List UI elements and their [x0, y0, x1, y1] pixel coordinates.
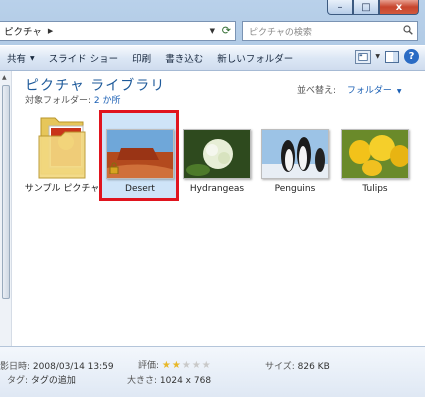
navigation-row: ピクチャ ▶ ▼ ⟳ ピクチャの検索: [0, 20, 425, 42]
star-icon[interactable]: ★: [202, 360, 211, 371]
maximize-button[interactable]: □: [353, 0, 379, 15]
share-button[interactable]: 共有 ▼: [0, 47, 42, 69]
arrange-value[interactable]: フォルダー: [347, 86, 392, 96]
command-bar: 共有 ▼ スライド ショー 印刷 書き込む 新しいフォルダー ▼ ?: [0, 45, 425, 71]
date-value: 2008/03/14 13:59: [32, 362, 114, 372]
library-title: ピクチャ ライブラリ: [25, 78, 166, 94]
scrollbar-thumb[interactable]: [2, 85, 10, 299]
hydrangeas-thumbnail: [183, 129, 251, 179]
arrange-dropdown-icon[interactable]: ▼: [397, 88, 402, 95]
minimize-button[interactable]: –: [327, 0, 353, 15]
penguins-thumbnail: [261, 129, 329, 179]
refresh-icon[interactable]: ⟳: [222, 24, 231, 37]
rating: 評価: ★ ★ ★ ★ ★: [138, 358, 211, 371]
address-dropdown-icon[interactable]: ▼: [210, 27, 215, 35]
breadcrumb-chevron-icon[interactable]: ▶: [48, 27, 53, 35]
search-placeholder: ピクチャの検索: [249, 27, 312, 38]
arrange-by: 並べ替え: フォルダー ▼: [297, 83, 401, 96]
burn-button[interactable]: 書き込む: [158, 47, 210, 69]
size-label: サイズ:: [265, 362, 295, 372]
library-locations: 対象フォルダー: 2 か所: [25, 93, 121, 106]
lock-icon: [109, 162, 119, 174]
rating-label: 評価:: [138, 361, 160, 371]
breadcrumb-pictures[interactable]: ピクチャ: [4, 24, 42, 38]
explorer-window: – □ x ピクチャ ▶ ▼ ⟳ ピクチャの検索 共有 ▼ スライド ショー 印…: [0, 0, 425, 397]
search-icon[interactable]: [403, 25, 413, 35]
scrollbar[interactable]: ▲: [0, 71, 12, 346]
target-folders-label: 対象フォルダー:: [25, 96, 92, 106]
list-item-label: Hydrangeas: [189, 184, 245, 194]
share-label: 共有: [7, 54, 27, 65]
arrange-label: 並べ替え:: [297, 86, 337, 96]
tags: タグ: タグの追加: [7, 373, 76, 386]
folder-icon: [38, 117, 86, 179]
date-taken: 影日時: 2008/03/14 13:59: [0, 359, 114, 372]
file-pane: ▲ ピクチャ ライブラリ 対象フォルダー: 2 か所 並べ替え: フォルダー ▼: [0, 71, 425, 346]
star-icon[interactable]: ★: [162, 360, 171, 371]
rating-stars[interactable]: ★ ★ ★ ★ ★: [162, 360, 211, 371]
address-bar[interactable]: ピクチャ ▶ ▼ ⟳: [0, 21, 236, 41]
file-list: サンプル ピクチャ Desert Hydrangeas Penguins Tul…: [22, 110, 422, 222]
new-folder-button[interactable]: 新しいフォルダー: [210, 47, 300, 69]
date-label: 影日時:: [0, 362, 31, 372]
star-icon[interactable]: ★: [182, 360, 191, 371]
dimensions: 大きさ: 1024 x 768: [127, 373, 211, 386]
star-icon[interactable]: ★: [192, 360, 201, 371]
print-button[interactable]: 印刷: [125, 47, 158, 69]
file-size: サイズ: 826 KB: [265, 359, 330, 372]
size-value: 826 KB: [297, 362, 330, 372]
change-view-icon[interactable]: [355, 49, 372, 64]
close-button[interactable]: x: [379, 0, 419, 15]
chevron-down-icon: ▼: [30, 54, 35, 62]
list-item-label: Tulips: [362, 184, 388, 194]
dimensions-value: 1024 x 768: [159, 376, 212, 386]
scroll-up-icon[interactable]: ▲: [2, 74, 7, 81]
star-icon[interactable]: ★: [172, 360, 181, 371]
slideshow-button[interactable]: スライド ショー: [42, 47, 126, 69]
window-controls: – □ x: [327, 0, 419, 16]
details-pane: 影日時: 2008/03/14 13:59 タグ: タグの追加 評価: ★ ★ ★ ★…: [0, 346, 425, 397]
list-item-label: サンプル ピクチャ: [24, 184, 100, 194]
tags-label: タグ:: [7, 376, 29, 386]
search-input[interactable]: ピクチャの検索: [242, 21, 418, 41]
help-button[interactable]: ?: [404, 49, 419, 64]
list-item-label: Desert: [125, 184, 155, 194]
preview-pane-icon[interactable]: [384, 50, 400, 64]
target-folders-link[interactable]: 2 か所: [94, 96, 121, 106]
tags-value[interactable]: タグの追加: [31, 376, 76, 386]
view-dropdown-icon[interactable]: ▼: [375, 53, 380, 60]
dimensions-label: 大きさ:: [127, 376, 158, 386]
list-item-label: Penguins: [274, 184, 316, 194]
tulips-thumbnail: [341, 129, 409, 179]
